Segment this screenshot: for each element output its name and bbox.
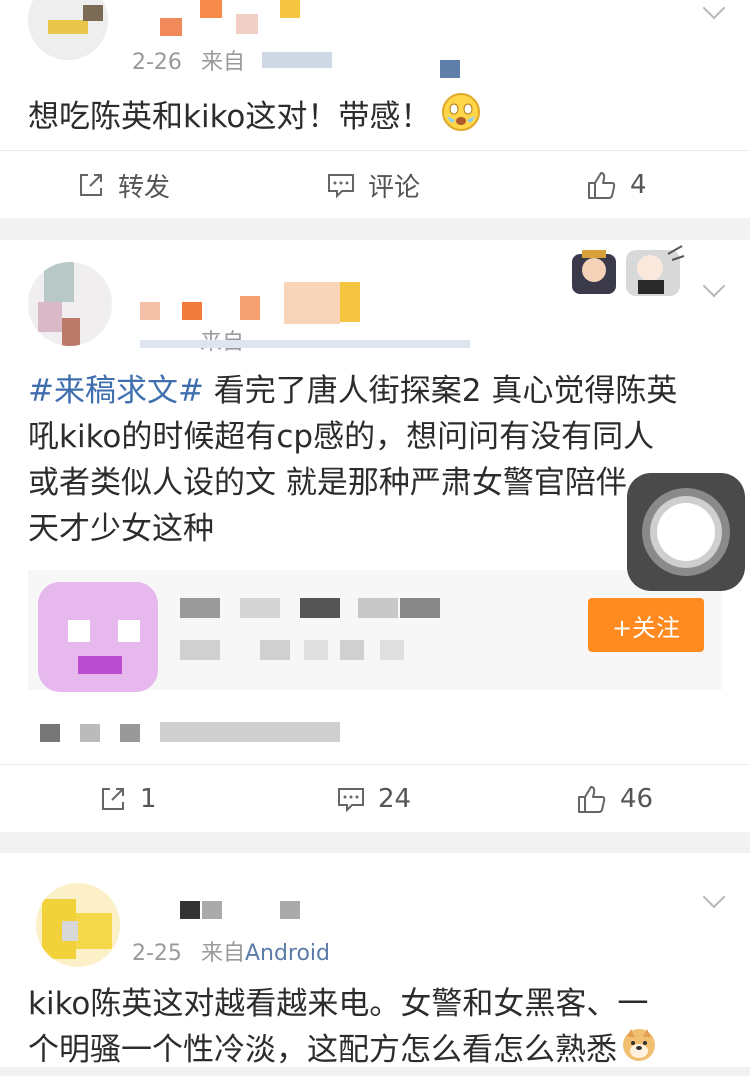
avatar[interactable] — [28, 262, 112, 346]
post-source-link[interactable]: Android — [245, 941, 330, 966]
repost-icon — [80, 174, 102, 196]
post-source-label: 来自 — [200, 941, 245, 966]
comment-count: 24 — [378, 784, 412, 814]
repost-icon — [102, 788, 124, 810]
comment-icon — [338, 788, 364, 813]
scared-face-emoji-icon — [441, 92, 481, 145]
comment-text: kiko陈英这对越看越来电。女警和女黑客、一 个明骚一个性冷淡，这配方怎么看怎么… — [28, 981, 657, 1076]
hashtag-link[interactable]: #来稿求文# — [28, 373, 204, 409]
thumbs-up-icon — [588, 172, 616, 199]
username-blurred — [180, 901, 200, 919]
follow-button[interactable]: +关注 — [588, 598, 704, 652]
post-date: 2-25 — [132, 941, 182, 966]
post-date: 2-26 — [132, 50, 182, 75]
repost-button[interactable]: 转发 — [76, 151, 170, 219]
avatar — [38, 582, 158, 692]
like-button[interactable]: 46 — [576, 765, 653, 833]
comment-label: 评论 — [368, 172, 421, 203]
action-bar: 1 24 46 — [0, 764, 750, 833]
sticker-image — [568, 240, 688, 298]
repost-label: 转发 — [118, 172, 171, 203]
comment-icon — [328, 174, 354, 199]
post-meta: 2-25 来自Android — [132, 935, 330, 967]
doge-emoji-icon — [621, 1027, 657, 1076]
comment-button[interactable]: 评论 — [326, 151, 420, 219]
username-blurred — [140, 302, 160, 320]
chevron-down-icon[interactable] — [702, 0, 726, 20]
action-bar: 转发 评论 4 — [0, 150, 750, 219]
like-count: 46 — [620, 784, 654, 814]
repost-count: 1 — [140, 784, 157, 814]
avatar[interactable] — [36, 883, 120, 967]
comment-text: #来稿求文# 看完了唐人街探案2 真心觉得陈英 吼kiko的时候超有cp感的，想… — [28, 373, 678, 547]
comment-text: 想吃陈英和kiko这对！带感！ — [28, 92, 481, 145]
assistive-touch-button[interactable] — [627, 473, 745, 591]
like-count: 4 — [630, 170, 647, 200]
thumbs-up-icon — [578, 786, 606, 813]
post-meta: 2-26 来自 — [132, 44, 245, 76]
username-blurred — [160, 18, 182, 36]
avatar[interactable] — [28, 0, 108, 60]
chevron-down-icon[interactable] — [702, 274, 726, 298]
comment-card: 2-26 来自 想吃陈英和kiko这对！带感！ 转发 评论 4 — [0, 0, 750, 218]
chevron-down-icon[interactable] — [702, 885, 726, 909]
comment-card: 2-25 来自Android kiko陈英这对越看越来电。女警和女黑客、一 个明… — [0, 853, 750, 1068]
comment-button[interactable]: 24 — [336, 765, 411, 833]
post-source-label: 来自 — [200, 50, 245, 75]
like-button[interactable]: 4 — [586, 151, 647, 219]
repost-button[interactable]: 1 — [98, 765, 157, 833]
